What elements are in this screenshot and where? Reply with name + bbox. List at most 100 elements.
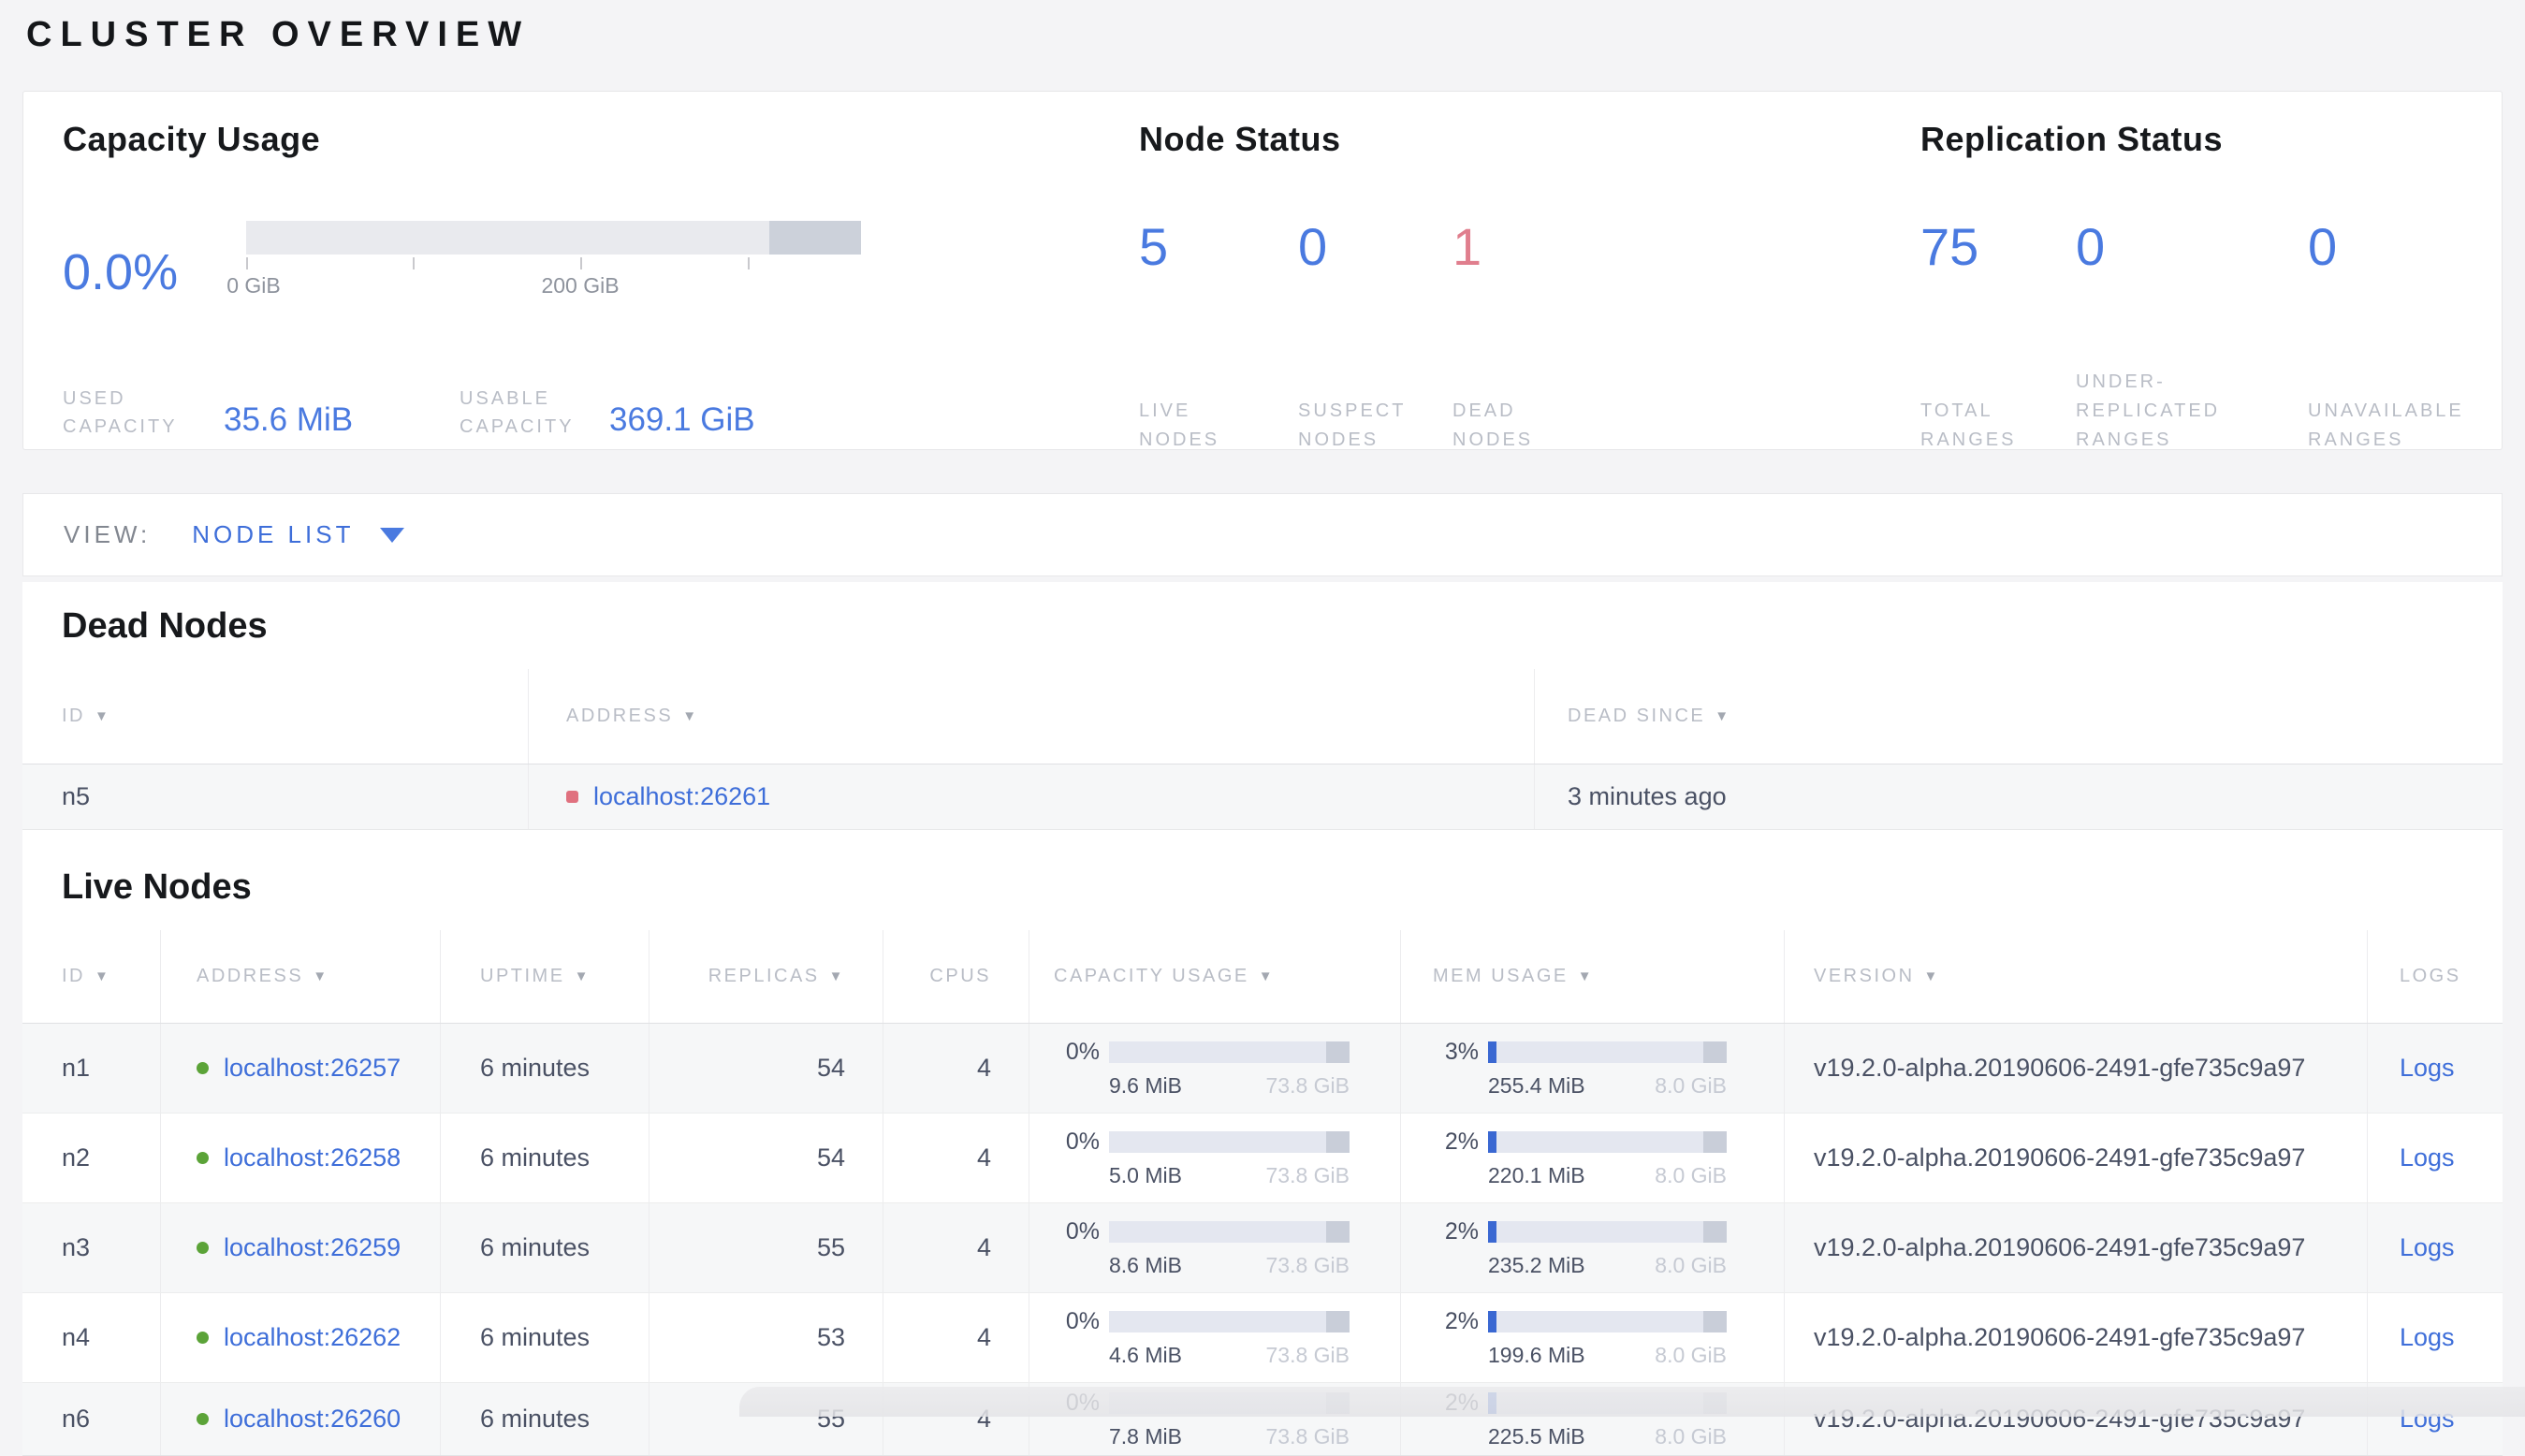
dead-node-address-link[interactable]: localhost:26261 (593, 782, 770, 811)
dead-col-address-label: ADDRESS (566, 706, 674, 726)
view-selector-dropdown[interactable]: NODE LIST (192, 520, 405, 549)
capacity-gauge: 0.0% 0 GiB 200 GiB (63, 221, 861, 298)
mem-total-value: 8.0 GiB (1655, 1162, 1727, 1187)
node-address-link[interactable]: localhost:26260 (224, 1405, 401, 1434)
live-node-row: n1 localhost:26257 6 minutes 54 4 0% 9.6… (22, 1024, 2503, 1114)
node-cpus: 4 (883, 1114, 1029, 1202)
capacity-gauge-nonusable-segment (769, 221, 861, 255)
node-address-link[interactable]: localhost:26262 (224, 1323, 401, 1352)
node-status-title: Node Status (1139, 120, 1341, 158)
node-replicas: 55 (649, 1203, 883, 1292)
mem-percent-label: 2% (1444, 1217, 1479, 1245)
mem-used-value: 235.2 MiB (1488, 1252, 1585, 1277)
under-replicated-label: UNDER-REPLICATED RANGES (2076, 371, 2221, 450)
node-address-cell: localhost:26260 (161, 1383, 441, 1455)
capacity-total-value: 73.8 GiB (1265, 1072, 1350, 1098)
node-mem-usage-cell: 2% 220.1 MiB 8.0 GiB (1401, 1114, 1785, 1202)
col-replicas-label: REPLICAS (708, 966, 820, 986)
replication-status-title: Replication Status (1920, 120, 2224, 158)
live-status-icon (197, 1152, 209, 1164)
node-logs-link[interactable]: Logs (2400, 1054, 2455, 1083)
capacity-percent-label: 0% (1065, 1038, 1100, 1065)
mem-used-value: 255.4 MiB (1488, 1072, 1585, 1098)
mem-bar-reserved-segment (1703, 1130, 1727, 1153)
col-replicas[interactable]: REPLICAS ▼ (649, 930, 883, 1023)
node-address-cell: localhost:26257 (161, 1024, 441, 1113)
col-id-label: ID (62, 966, 85, 986)
node-status-section: Node Status 5 LIVE NODES 0 SUSPECT NODES… (1139, 120, 1850, 450)
live-node-row: n2 localhost:26258 6 minutes 54 4 0% 5.0… (22, 1114, 2503, 1203)
dead-col-dead-since[interactable]: DEAD SINCE ▼ (1535, 669, 2503, 764)
mem-percent-label: 3% (1444, 1038, 1479, 1065)
nodes-panel: Dead Nodes ID ▼ ADDRESS ▼ DEAD SINCE ▼ n… (22, 582, 2503, 1456)
view-label: VIEW: (64, 520, 152, 548)
capacity-used-value: 4.6 MiB (1109, 1342, 1182, 1367)
unavailable-ranges-label: UNAVAILABLE RANGES (2308, 400, 2464, 450)
capacity-gauge-track (246, 221, 861, 255)
dead-col-id[interactable]: ID ▼ (22, 669, 529, 764)
dead-col-address[interactable]: ADDRESS ▼ (529, 669, 1535, 764)
node-address-link[interactable]: localhost:26258 (224, 1143, 401, 1172)
mem-bar-fill (1488, 1041, 1496, 1063)
capacity-used-value: 5.0 MiB (1109, 1162, 1182, 1187)
live-status-icon (197, 1413, 209, 1425)
col-id[interactable]: ID ▼ (22, 930, 161, 1023)
node-replicas: 54 (649, 1114, 883, 1202)
node-address-cell: localhost:26262 (161, 1293, 441, 1382)
node-logs-link[interactable]: Logs (2400, 1323, 2455, 1352)
col-address[interactable]: ADDRESS ▼ (161, 930, 441, 1023)
dead-col-id-label: ID (62, 706, 85, 726)
node-address-cell: localhost:26259 (161, 1203, 441, 1292)
sort-desc-icon: ▼ (1923, 968, 1940, 984)
node-logs-link[interactable]: Logs (2400, 1143, 2455, 1172)
node-capacity-usage-cell: 0% 8.6 MiB 73.8 GiB (1029, 1203, 1401, 1292)
total-ranges-label: TOTAL RANGES (1920, 400, 2017, 450)
col-capacity-usage[interactable]: CAPACITY USAGE ▼ (1029, 930, 1401, 1023)
node-logs-link[interactable]: Logs (2400, 1233, 2455, 1262)
live-nodes-count: 5 (1139, 217, 1169, 276)
col-capacity-label: CAPACITY USAGE (1054, 966, 1249, 986)
node-logs-cell: Logs (2368, 1203, 2503, 1292)
node-address-link[interactable]: localhost:26257 (224, 1054, 401, 1083)
capacity-total-value: 73.8 GiB (1265, 1342, 1350, 1367)
live-status-icon (197, 1062, 209, 1074)
capacity-usage-title: Capacity Usage (63, 120, 321, 158)
sort-desc-icon: ▼ (1715, 708, 1731, 724)
node-address-link[interactable]: localhost:26259 (224, 1233, 401, 1262)
node-cpus: 4 (883, 1203, 1029, 1292)
node-uptime: 6 minutes (441, 1383, 649, 1455)
dead-nodes-table-header: ID ▼ ADDRESS ▼ DEAD SINCE ▼ (22, 669, 2503, 764)
node-status-metrics: 5 LIVE NODES 0 SUSPECT NODES 1 DEAD NODE… (1139, 221, 1565, 455)
node-id: n6 (22, 1383, 161, 1455)
node-mem-usage-cell: 3% 255.4 MiB 8.0 GiB (1401, 1024, 1785, 1113)
bottom-shadow-band (739, 1387, 2525, 1417)
chevron-down-icon (380, 527, 405, 543)
sort-desc-icon: ▼ (95, 968, 111, 984)
mem-total-value: 8.0 GiB (1655, 1342, 1727, 1367)
node-cpus: 4 (883, 1024, 1029, 1113)
node-replicas: 54 (649, 1024, 883, 1113)
dead-nodes-heading: Dead Nodes (62, 606, 268, 646)
live-nodes-metric: 5 LIVE NODES (1139, 221, 1298, 455)
view-selected-value: NODE LIST (192, 520, 355, 548)
node-logs-cell: Logs (2368, 1114, 2503, 1202)
capacity-percent-label: 0% (1065, 1307, 1100, 1334)
live-status-icon (197, 1242, 209, 1254)
col-version[interactable]: VERSION ▼ (1785, 930, 2368, 1023)
sort-desc-icon: ▼ (1258, 968, 1276, 984)
mem-bar-reserved-segment (1703, 1310, 1727, 1332)
col-mem-usage[interactable]: MEM USAGE ▼ (1401, 930, 1785, 1023)
usable-capacity-label: USABLE CAPACITY (460, 388, 575, 437)
sort-desc-icon: ▼ (574, 968, 591, 984)
dead-node-id: n5 (22, 764, 529, 829)
capacity-gauge-ticks (246, 255, 861, 269)
col-uptime[interactable]: UPTIME ▼ (441, 930, 649, 1023)
node-cpus: 4 (883, 1293, 1029, 1382)
sort-desc-icon: ▼ (828, 968, 845, 984)
node-address-cell: localhost:26258 (161, 1114, 441, 1202)
tick-1 (413, 257, 415, 269)
page-title: CLUSTER OVERVIEW (26, 15, 531, 54)
sort-desc-icon: ▼ (1577, 968, 1595, 984)
dead-nodes-label: DEAD NODES (1452, 400, 1534, 450)
live-node-row: n4 localhost:26262 6 minutes 53 4 0% 4.6… (22, 1293, 2503, 1383)
